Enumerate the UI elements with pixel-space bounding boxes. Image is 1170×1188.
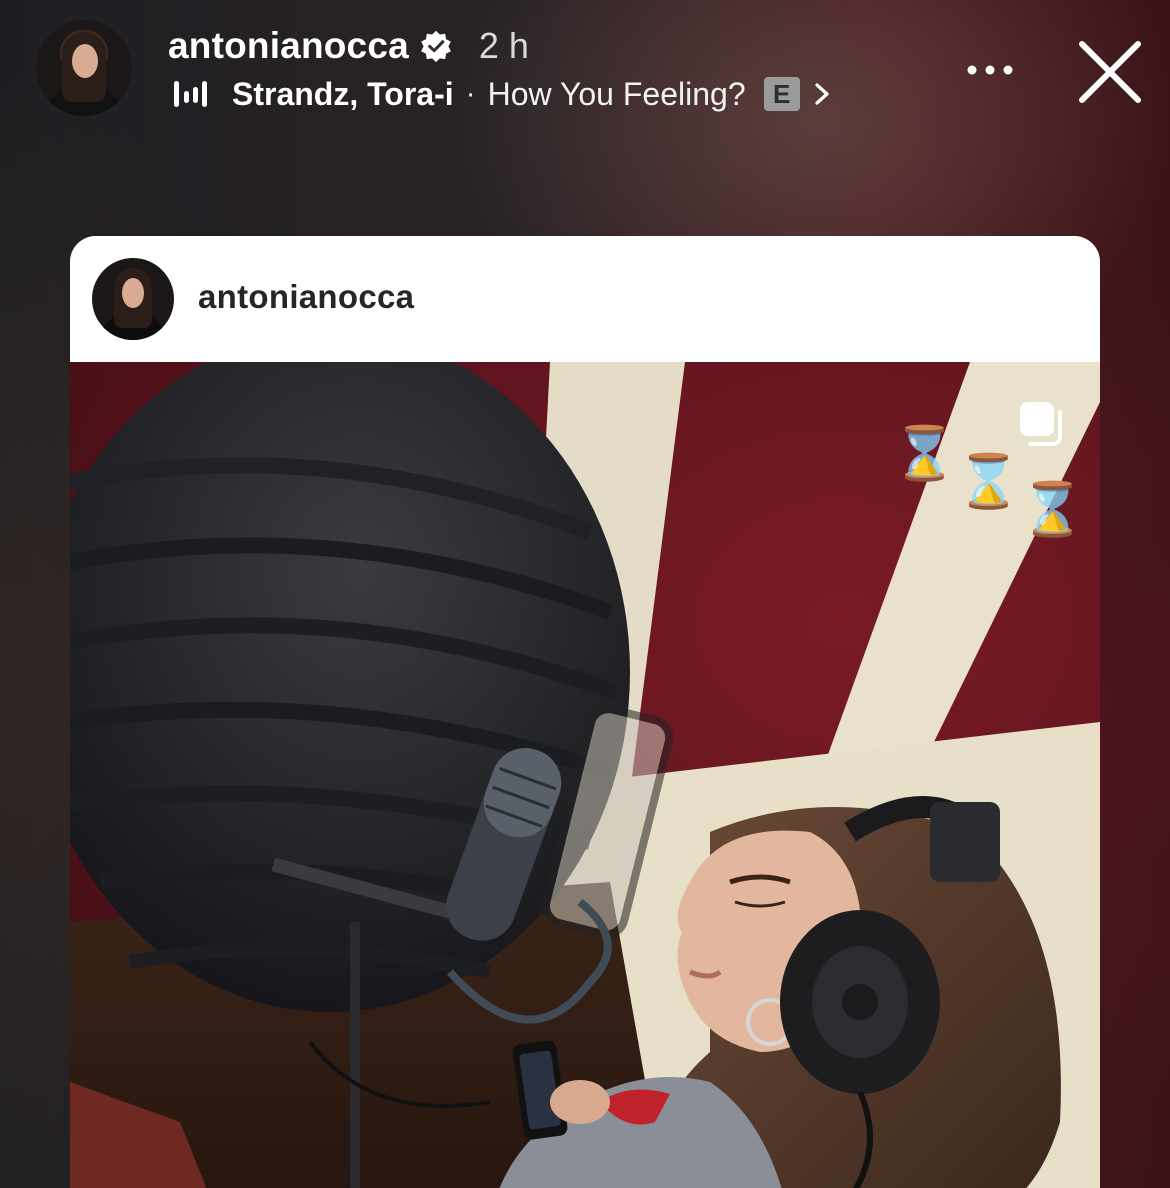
hourglass-sticker: ⌛ [892, 425, 957, 483]
post-username[interactable]: antonianocca [198, 278, 414, 316]
post-photo[interactable]: ⌛ ⌛ ⌛ [70, 362, 1100, 1188]
music-song-title: How You Feeling? [487, 75, 746, 112]
username-row: antonianocca 2 h [168, 24, 529, 68]
music-attribution[interactable]: Strandz, Tora-i · How You Feeling? E [172, 72, 832, 116]
studio-photo-illustration [70, 362, 1100, 1188]
music-artist: Strandz, Tora-i [232, 75, 454, 112]
hourglass-sticker: ⌛ [956, 453, 1021, 511]
avatar-face [72, 44, 98, 78]
story-header: antonianocca 2 h Strandz, Tora-i · How Y… [0, 0, 1170, 150]
story-timestamp: 2 h [478, 25, 529, 66]
post-avatar[interactable] [92, 258, 174, 340]
profile-avatar[interactable] [36, 20, 132, 116]
post-avatar-face [122, 278, 144, 308]
post-header: antonianocca [70, 236, 1100, 362]
story-username[interactable]: antonianocca [168, 25, 409, 67]
hourglass-sticker: ⌛ [1020, 481, 1085, 539]
carousel-icon [1020, 402, 1062, 446]
music-separator: · [465, 77, 476, 110]
story-viewer[interactable]: antonianocca 2 h Strandz, Tora-i · How Y… [0, 0, 1170, 1188]
more-options-button[interactable] [960, 50, 1020, 90]
shared-post-card[interactable]: antonianocca ⌛ ⌛ ⌛ [70, 236, 1100, 1188]
verified-badge-icon [421, 30, 451, 63]
music-bars-icon [174, 81, 207, 107]
explicit-badge: E [763, 77, 800, 111]
chevron-right-icon [815, 83, 829, 105]
close-icon[interactable] [1072, 34, 1148, 110]
